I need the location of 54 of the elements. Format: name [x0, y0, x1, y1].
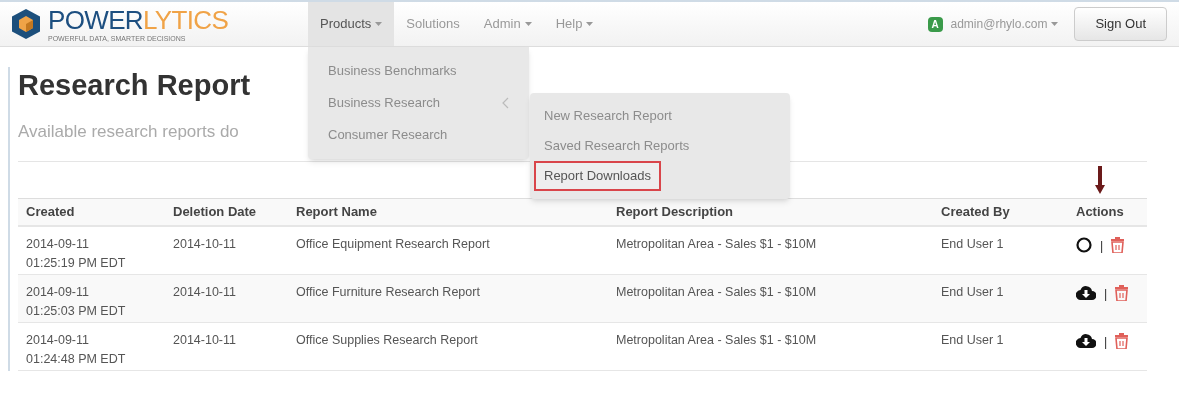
table-cell: End User 1: [941, 236, 1004, 251]
table-cell: End User 1: [941, 284, 1004, 299]
caret-icon: [1051, 22, 1059, 26]
sign-out-button[interactable]: Sign Out: [1074, 7, 1167, 41]
column-header: Created: [26, 203, 76, 221]
table-cell: End User 1: [941, 332, 1004, 347]
column-header: Report Name: [296, 203, 378, 221]
dropdown-item[interactable]: Consumer Research: [308, 119, 529, 151]
dropdown-item[interactable]: Business Benchmarks: [308, 55, 529, 87]
table-cell-text: 2014-09-11: [26, 235, 90, 253]
table-cell: Metropolitan Area - Sales $1 - $10M: [616, 332, 817, 347]
table-cell: 2014-10-11: [173, 332, 236, 347]
trash-icon[interactable]: [1115, 284, 1129, 301]
nav-menu-item[interactable]: Products: [308, 2, 395, 46]
caret-icon: [375, 22, 383, 26]
user-menu[interactable]: admin@rhylo.com: [950, 15, 1059, 33]
trash-icon[interactable]: [1111, 236, 1125, 253]
table-cell-text: 01:25:03 PM EDT: [26, 302, 127, 320]
column-header: Report Description: [616, 203, 734, 221]
column-header: Actions: [1076, 203, 1125, 221]
cloud-download-icon[interactable]: [1076, 332, 1096, 348]
trash-icon[interactable]: [1115, 332, 1129, 349]
table-cell-text: 01:24:48 PM EDT: [26, 350, 127, 368]
nav-menu-item[interactable]: Admin: [471, 2, 544, 46]
action-separator: |: [1100, 237, 1104, 255]
nav-menu-item[interactable]: Solutions: [394, 2, 472, 46]
caret-icon: [524, 22, 532, 26]
submenu-item[interactable]: Report Downloads: [534, 161, 661, 191]
table-cell: Office Supplies Research Report: [296, 332, 478, 347]
column-header: Created By: [941, 203, 1011, 221]
table-cell: 2014-10-11: [173, 236, 236, 251]
action-separator: |: [1104, 285, 1108, 303]
dropdown-item[interactable]: Business Research: [308, 87, 529, 119]
nav-menu-item[interactable]: Help: [543, 2, 606, 46]
page-title: Research Report: [18, 68, 251, 103]
brand-name: POWERLYTICS: [48, 6, 229, 33]
cube-logo-icon: [12, 9, 40, 39]
table-cell: Metropolitan Area - Sales $1 - $10M: [616, 284, 817, 299]
chevron-left-icon: [502, 97, 509, 109]
table-cell: Office Equipment Research Report: [296, 236, 490, 251]
table-cell: Metropolitan Area - Sales $1 - $10M: [616, 236, 817, 251]
submenu-item[interactable]: Saved Research Reports: [534, 131, 700, 161]
caret-icon: [586, 22, 594, 26]
column-header: Deletion Date: [173, 203, 258, 221]
circle-icon[interactable]: [1076, 236, 1092, 253]
table-cell: Office Furniture Research Report: [296, 284, 480, 299]
table-cell-text: 2014-09-11: [26, 331, 90, 349]
cloud-download-icon[interactable]: [1076, 284, 1096, 300]
action-separator: |: [1104, 333, 1108, 351]
down-arrow-icon: [1095, 165, 1105, 194]
table-cell-text: 2014-09-11: [26, 283, 90, 301]
user-badge: A: [927, 16, 943, 32]
table-cell-text: 01:25:19 PM EDT: [26, 254, 127, 272]
table-cell: 2014-10-11: [173, 284, 236, 299]
